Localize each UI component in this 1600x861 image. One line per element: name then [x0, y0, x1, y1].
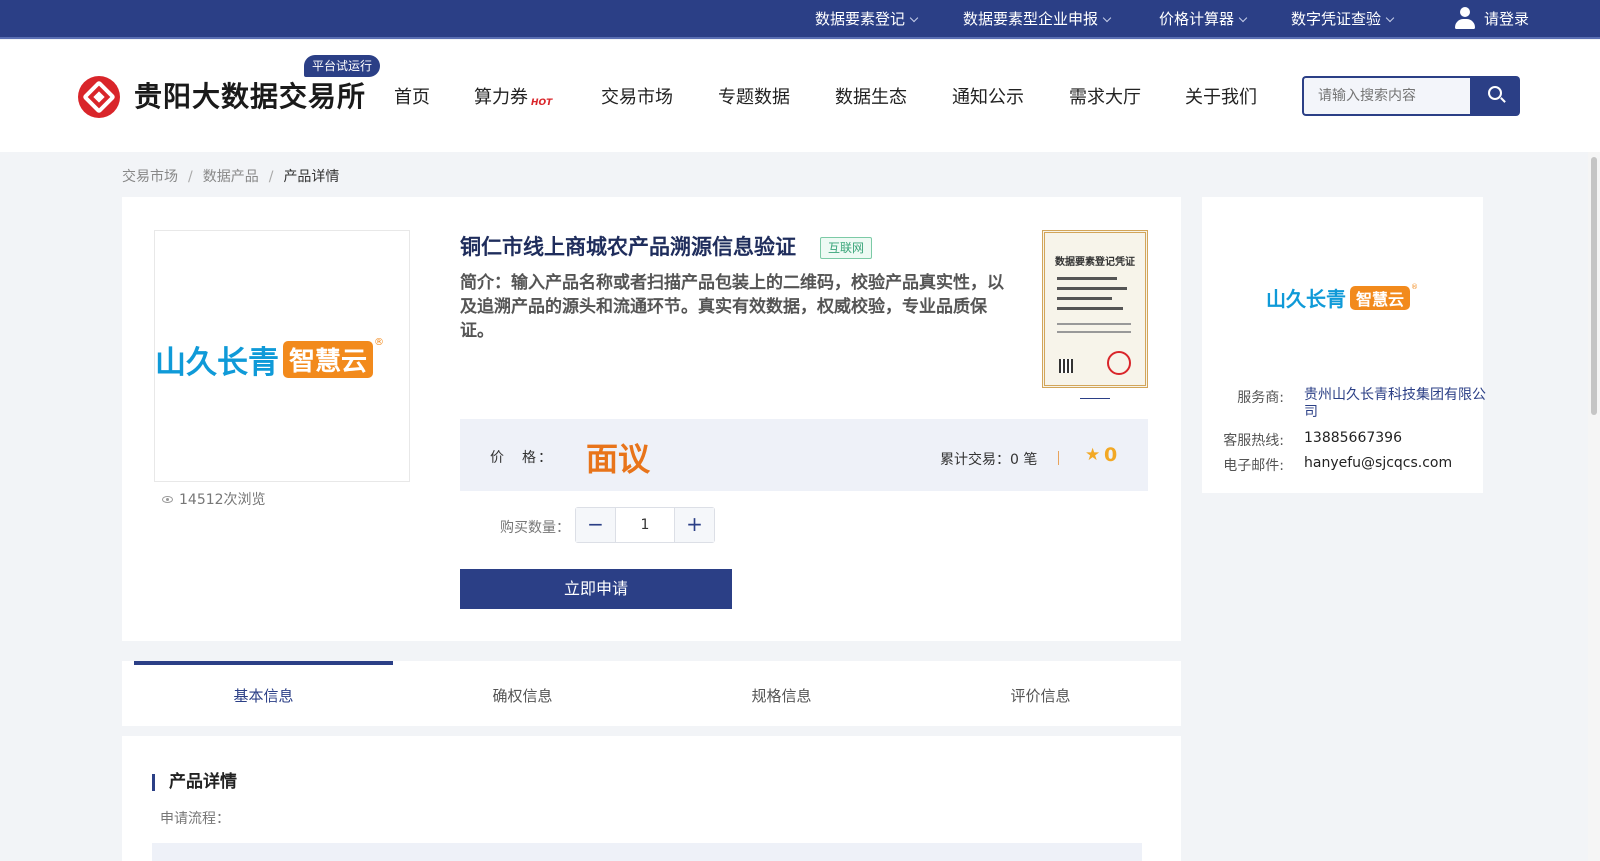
email-label: 电子邮件: [1223, 458, 1284, 474]
breadcrumb-separator: / [188, 169, 193, 185]
apply-now-button[interactable]: 立即申请 [460, 569, 732, 609]
service-provider-label: 服务商: [1237, 390, 1284, 406]
menu-price-calculator-label: 价格计算器 [1159, 10, 1235, 28]
apply-flow-panel [152, 843, 1142, 861]
divider [1058, 451, 1059, 465]
registered-mark-icon: ® [1411, 283, 1419, 291]
registration-certificate-thumbnail[interactable]: 数据要素登记凭证 [1042, 230, 1148, 388]
login-link[interactable]: 请登录 [1454, 0, 1529, 39]
service-provider-link[interactable]: 贵州山久长青科技集团有限公司 [1304, 387, 1486, 421]
certificate-indicator [1080, 398, 1110, 399]
nav-demand-hall[interactable]: 需求大厅 [1069, 83, 1141, 109]
certificate-text-line [1057, 323, 1131, 325]
menu-credential-check-label: 数字凭证查验 [1291, 10, 1382, 28]
nav-notices[interactable]: 通知公示 [952, 83, 1024, 109]
brand-logo-box: 智慧云 [283, 341, 374, 378]
scrollbar-thumb[interactable] [1591, 157, 1597, 415]
menu-data-registration-label: 数据要素登记 [815, 10, 906, 28]
hotline-value: 13885667396 [1304, 430, 1402, 446]
chevron-down-icon [1102, 13, 1112, 23]
product-image: 山久长青 智慧云 ® [154, 230, 410, 482]
exchange-logo-icon[interactable] [78, 76, 120, 118]
login-label: 请登录 [1484, 10, 1530, 28]
breadcrumb-trading-market[interactable]: 交易市场 [122, 169, 178, 185]
qr-code-icon [1059, 359, 1073, 373]
quantity-input[interactable] [617, 508, 673, 542]
category-tag: 互联网 [820, 237, 873, 259]
price-bar: 价 格： 面议 累计交易：0 笔 ★ 0 [460, 419, 1148, 491]
eye-icon [162, 496, 173, 503]
top-utility-bar: 数据要素登记 数据要素型企业申报 价格计算器 数字凭证查验 请登录 [0, 0, 1600, 39]
main-header: 贵阳大数据交易所 平台试运行 首页 算力券 HOT 交易市场 专题数据 数据生态 … [0, 40, 1600, 152]
quantity-stepper: − + [575, 507, 715, 543]
tab-spec-info[interactable]: 规格信息 [652, 661, 911, 726]
star-icon: ★ [1085, 445, 1101, 465]
certificate-text-line [1057, 307, 1123, 310]
registered-mark-icon: ® [374, 337, 385, 348]
quantity-label: 购买数量： [500, 520, 570, 536]
breadcrumb: 交易市场 / 数据产品 / 产品详情 [122, 166, 339, 186]
site-title[interactable]: 贵阳大数据交易所 [134, 75, 366, 115]
page-scrollbar[interactable] [1588, 152, 1600, 861]
menu-enterprise-declaration-label: 数据要素型企业申报 [963, 10, 1099, 28]
breadcrumb-data-products[interactable]: 数据产品 [203, 169, 259, 185]
chevron-down-icon [1385, 13, 1395, 23]
cumulative-trades: 累计交易：0 笔 [940, 452, 1038, 468]
nav-home[interactable]: 首页 [394, 83, 430, 109]
rating-value: 0 [1104, 444, 1118, 466]
certificate-text-line [1057, 297, 1112, 300]
nav-topic-data[interactable]: 专题数据 [718, 83, 790, 109]
menu-credential-check[interactable]: 数字凭证查验 [1291, 0, 1395, 39]
apply-flow-label: 申请流程： [160, 811, 230, 827]
search-input[interactable] [1302, 76, 1472, 116]
provider-logo: 山久长青 智慧云 ® [1266, 283, 1418, 312]
menu-price-calculator[interactable]: 价格计算器 [1159, 0, 1248, 39]
certificate-text-line [1057, 287, 1127, 290]
nav-compute-voucher[interactable]: 算力券 HOT [474, 83, 552, 109]
chevron-down-icon [909, 13, 919, 23]
product-card: 山久长青 智慧云 ® 14512次浏览 铜仁市线上商城农产品溯源信息验证 互联网… [122, 197, 1181, 641]
quantity-decrease-button[interactable]: − [576, 508, 616, 542]
hot-fire-icon: HOT [531, 98, 553, 108]
nav-trading-market[interactable]: 交易市场 [601, 83, 673, 109]
price-label: 价 格： [490, 450, 554, 466]
view-count: 14512次浏览 [162, 489, 266, 509]
search-button[interactable] [1470, 76, 1520, 116]
trial-run-badge: 平台试运行 [304, 55, 381, 77]
certificate-text-line [1057, 331, 1131, 333]
chevron-down-icon [1238, 13, 1248, 23]
section-heading: 产品详情 [152, 774, 237, 791]
nav-compute-voucher-label: 算力券 [474, 87, 528, 108]
nav-data-ecosystem[interactable]: 数据生态 [835, 83, 907, 109]
provider-card: 山久长青 智慧云 ® 服务商: 贵州山久长青科技集团有限公司 客服热线: 138… [1202, 197, 1486, 493]
menu-data-registration[interactable]: 数据要素登记 [815, 0, 919, 39]
quantity-increase-button[interactable]: + [674, 508, 714, 542]
price-value: 面议 [586, 440, 651, 478]
menu-enterprise-declaration[interactable]: 数据要素型企业申报 [963, 0, 1112, 39]
certificate-title: 数据要素登记凭证 [1055, 257, 1135, 268]
product-details-section: 产品详情 申请流程： [122, 736, 1181, 861]
tab-review-info[interactable]: 评价信息 [911, 661, 1170, 726]
product-intro: 简介：输入产品名称或者扫描产品包装上的二维码，校验产品真实性，以及追溯产品的源头… [460, 273, 1004, 341]
brand-logo: 山久长青 智慧云 ® [155, 337, 384, 382]
tab-rights-info[interactable]: 确权信息 [393, 661, 652, 726]
breadcrumb-current: 产品详情 [283, 169, 340, 185]
user-icon [1454, 5, 1476, 31]
certificate-text-line [1057, 277, 1117, 280]
brand-logo-text: 山久长青 [155, 345, 279, 381]
hotline-label: 客服热线: [1223, 433, 1284, 449]
product-title: 铜仁市线上商城农产品溯源信息验证 [460, 235, 796, 259]
nav-about-us[interactable]: 关于我们 [1185, 83, 1257, 109]
view-count-text: 14512次浏览 [179, 492, 266, 508]
provider-logo-box: 智慧云 [1350, 285, 1411, 310]
seal-icon [1107, 351, 1131, 375]
tab-basic-info[interactable]: 基本信息 [134, 661, 393, 726]
provider-logo-text: 山久长青 [1266, 287, 1346, 311]
email-value: hanyefu@sjcqcs.com [1304, 455, 1453, 471]
breadcrumb-separator: / [268, 169, 274, 185]
detail-tabs: 基本信息 确权信息 规格信息 评价信息 [122, 661, 1181, 726]
